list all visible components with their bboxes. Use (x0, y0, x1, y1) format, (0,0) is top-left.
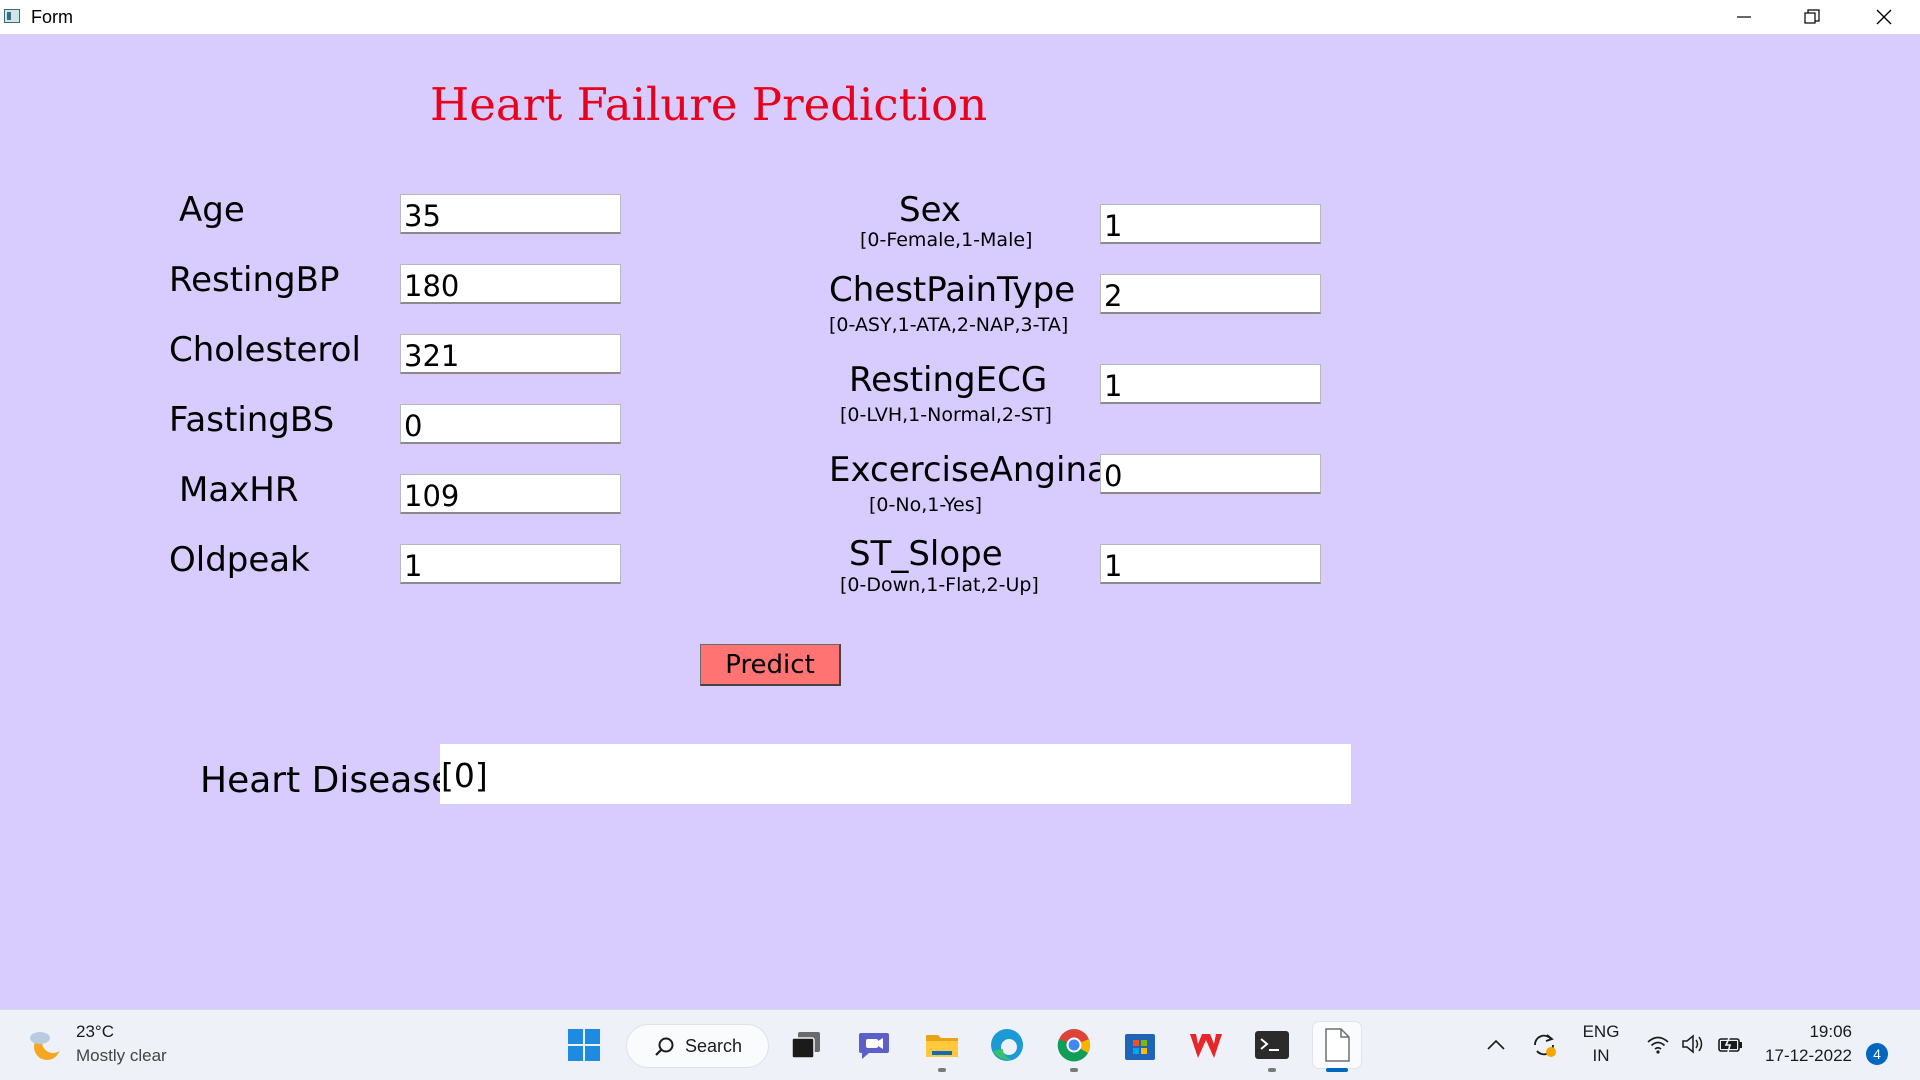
file-explorer-icon (926, 1035, 958, 1057)
task-view-button[interactable] (782, 1022, 830, 1068)
chrome-icon (1057, 1029, 1091, 1062)
sex-input[interactable] (1100, 204, 1321, 244)
weather-moon-icon[interactable] (26, 1024, 66, 1064)
wps-office-icon (1190, 1034, 1222, 1058)
sex-hint: [0-Female,1-Male] (860, 229, 1033, 251)
terminal-running-indicator (1268, 1068, 1276, 1072)
chrome-running-indicator (1070, 1068, 1078, 1072)
fastingbs-input[interactable] (400, 404, 621, 444)
sync-icon (1534, 1034, 1556, 1057)
oldpeak-input[interactable] (400, 544, 621, 584)
chestpaintype-input[interactable] (1100, 274, 1321, 314)
weather-temperature[interactable]: 23°C (76, 1022, 114, 1042)
edge-button[interactable] (983, 1022, 1031, 1068)
taskbar: 23°C Mostly clear Search ENG IN 19:06 17… (0, 1009, 1920, 1080)
app-icon (4, 9, 20, 23)
st-slope-input[interactable] (1100, 544, 1321, 584)
terminal-button[interactable] (1248, 1022, 1296, 1072)
start-button[interactable] (560, 1022, 608, 1068)
weather-description[interactable]: Mostly clear (76, 1046, 167, 1066)
restore-button[interactable] (1778, 0, 1846, 34)
microsoft-store-icon (1125, 1034, 1155, 1060)
title-bar: Form (0, 0, 1920, 34)
minimize-icon (1737, 16, 1751, 18)
restingbp-input[interactable] (400, 264, 621, 304)
language-line2[interactable]: IN (1578, 1046, 1624, 1066)
document-icon (1325, 1028, 1350, 1062)
window-title: Form (31, 7, 73, 27)
restingecg-hint: [0-LVH,1-Normal,2-ST] (840, 404, 1052, 426)
clock-time[interactable]: 19:06 (1762, 1022, 1852, 1042)
result-label: Heart Disease (200, 760, 454, 801)
language-line1[interactable]: ENG (1578, 1022, 1624, 1042)
age-input[interactable] (400, 194, 621, 234)
exerciseangina-label: ExcerciseAngina (829, 450, 1108, 490)
close-button[interactable] (1850, 0, 1918, 34)
close-icon (1876, 9, 1892, 25)
teams-chat-button[interactable] (850, 1022, 898, 1068)
form-heading: Heart Failure Prediction (430, 78, 988, 131)
restore-icon (1804, 9, 1820, 24)
speaker-icon (1682, 1034, 1703, 1054)
terminal-icon (1255, 1031, 1289, 1059)
edge-icon (991, 1029, 1023, 1061)
search-icon (655, 1037, 674, 1056)
sync-status-button[interactable] (1528, 1029, 1560, 1061)
maxhr-input[interactable] (400, 474, 621, 514)
battery-charging-icon (1718, 1035, 1742, 1053)
file-explorer-button[interactable] (918, 1022, 966, 1072)
maxhr-label: MaxHR (179, 470, 299, 510)
st-slope-hint: [0-Down,1-Flat,2-Up] (840, 574, 1039, 596)
volume-status[interactable] (1680, 1032, 1706, 1056)
active-window-indicator (1326, 1068, 1348, 1072)
taskbar-search[interactable]: Search (626, 1024, 769, 1068)
fastingbs-label: FastingBS (169, 400, 335, 440)
microsoft-store-button[interactable] (1116, 1022, 1164, 1068)
show-hidden-icons-button[interactable] (1482, 1032, 1510, 1058)
teams-chat-icon (859, 1033, 889, 1059)
exerciseangina-hint: [0-No,1-Yes] (869, 494, 983, 516)
oldpeak-label: Oldpeak (169, 540, 310, 580)
chestpaintype-label: ChestPainType (829, 270, 1076, 310)
wifi-icon (1647, 1036, 1669, 1054)
chrome-button[interactable] (1050, 1022, 1098, 1072)
form-window-taskbar-button[interactable] (1313, 1022, 1361, 1072)
file-explorer-running-indicator (938, 1068, 946, 1072)
windows-start-icon (568, 1029, 600, 1061)
sex-label: Sex (899, 190, 962, 230)
chevron-up-icon (1487, 1039, 1505, 1050)
wps-office-button[interactable] (1182, 1022, 1230, 1068)
app-window: Form Heart Failure Prediction Age Restin… (0, 0, 1920, 1009)
exerciseangina-input[interactable] (1100, 454, 1321, 494)
restingecg-label: RestingECG (849, 360, 1048, 400)
result-output: [0] (440, 744, 1351, 804)
search-label: Search (685, 1036, 743, 1056)
predict-button[interactable]: Predict (700, 644, 841, 686)
cholesterol-label: Cholesterol (169, 330, 361, 370)
minimize-button[interactable] (1710, 0, 1778, 34)
age-label: Age (179, 190, 245, 230)
cholesterol-input[interactable] (400, 334, 621, 374)
clock-date[interactable]: 17-12-2022 (1762, 1046, 1852, 1066)
wifi-status[interactable] (1645, 1032, 1671, 1056)
restingecg-input[interactable] (1100, 364, 1321, 404)
task-view-icon (791, 1032, 820, 1059)
chestpaintype-hint: [0-ASY,1-ATA,2-NAP,3-TA] (829, 314, 1069, 336)
battery-status[interactable] (1716, 1032, 1744, 1056)
st-slope-label: ST_Slope (849, 534, 1003, 574)
restingbp-label: RestingBP (169, 260, 340, 300)
notification-count-badge[interactable]: 4 (1866, 1043, 1888, 1065)
